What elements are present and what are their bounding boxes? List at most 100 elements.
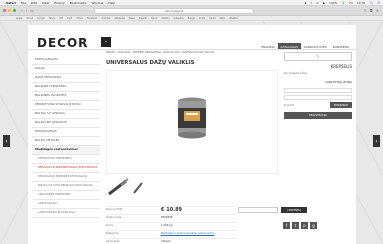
info-value: 8766258 (161, 216, 173, 220)
minimize-window-button[interactable] (8, 9, 11, 12)
bookmark-item[interactable]: Decor (151, 17, 157, 20)
sidebar-category-item[interactable]: DEKORAVIMAS (32, 128, 100, 137)
remember-me-checkbox[interactable]: Prisiminti (284, 104, 294, 107)
clock-time[interactable]: 10:01 (357, 1, 366, 5)
menu-item-file[interactable]: File (21, 1, 26, 5)
bookmark-item[interactable]: Apple (16, 17, 22, 20)
sidebar-category-item[interactable]: LANKSTINUKAI (32, 200, 100, 209)
register-button[interactable]: REGISTRACIJA (284, 112, 352, 119)
sidebar-category-item[interactable]: BALDINĖS PLOKŠTĖS (32, 92, 100, 101)
info-label: Kategorija (106, 232, 119, 236)
product-thumbnail[interactable] (132, 177, 144, 197)
quantity-input[interactable] (238, 207, 278, 213)
bookmark-item[interactable]: Yahoo (49, 17, 55, 20)
sidebar-category-item[interactable]: BALDŲ DETALĖS (32, 137, 100, 146)
login-row: Prisiminti PRISIJUNGTI (284, 102, 352, 108)
tabs-icon[interactable]: ⧉ (370, 8, 373, 13)
sidebar-category-item[interactable]: BALDINĖ FURNITŪRA (32, 83, 100, 92)
menu-item-window[interactable]: Window (91, 1, 103, 5)
twitter-icon[interactable]: t (292, 222, 299, 229)
wifi-icon[interactable]: ◆ (323, 1, 325, 5)
sidebar-category-item[interactable]: BALDAI SU APDAILA (32, 110, 100, 119)
info-row: Gamintojas Vidaron (106, 238, 236, 244)
bookmark-item[interactable]: Wikipedia (114, 17, 125, 20)
add-to-cart-button[interactable]: Į KREPŠELĮ (281, 207, 307, 213)
google-plus-icon[interactable]: g (310, 222, 317, 229)
notification-center-icon[interactable]: ☰ (377, 1, 380, 5)
product-image[interactable] (106, 70, 278, 174)
info-label: Prekės kodas (106, 216, 122, 220)
bookmark-item[interactable]: LRT (59, 17, 63, 20)
sidebar-category-item[interactable]: NAUJI PRODUKTAI (32, 74, 100, 83)
password-field[interactable] (284, 95, 352, 100)
close-window-button[interactable] (3, 9, 6, 12)
brush-thumbnail-image (133, 182, 143, 194)
info-row: Kategorija Medžiagos ir priemonės baldų r… (106, 230, 236, 238)
menu-item-bookmarks[interactable]: Bookmarks (70, 1, 87, 5)
sidebar-category-item[interactable]: BALDAI BE APDAILOS (32, 119, 100, 128)
bookmark-item[interactable]: Autoplius (174, 17, 184, 20)
product-thumbnail[interactable] (106, 177, 130, 197)
site-logo[interactable]: DECOR (37, 36, 88, 50)
bluetooth-icon[interactable]: ᛒ (310, 1, 312, 5)
info-value: 1.000 kg (161, 224, 173, 228)
spotlight-icon[interactable]: 🔍 (370, 1, 374, 5)
record-icon[interactable]: ⏺ (305, 1, 307, 5)
info-row: Prekės kodas 8766258 (106, 214, 236, 222)
bookmark-item[interactable]: 15min (76, 17, 83, 20)
bookmark-item[interactable]: Sodra (199, 17, 205, 20)
sidebar-category-item[interactable]: LANKSTINUKAI IR KATALOGAI (32, 209, 100, 218)
next-slide-arrow[interactable]: › (373, 135, 380, 147)
sidebar-icon[interactable]: ▭ (30, 8, 34, 13)
sidebar-category-item[interactable]: DEKORATYVINIAI STOGELIAI IR SKYDAI (32, 101, 100, 110)
sidebar-category-item[interactable]: POPULIARIAUSI (32, 56, 100, 65)
cart-heading[interactable]: KREPŠELIS (284, 64, 352, 69)
login-button[interactable]: PRISIJUNGTI (329, 102, 352, 108)
bookmark-item[interactable]: Banga (188, 17, 195, 20)
product-info-table: Kaina su PVM € 10.89 Prekės kodas 8766258 Sv… (106, 206, 236, 244)
sidebar-category-item[interactable]: DEKORAVIMO PRIEMONĖS (32, 155, 100, 164)
bookmark-item[interactable]: Maps (219, 17, 225, 20)
brush-thumbnail-image (108, 178, 129, 196)
sidebar-category-item[interactable]: PARAFILAI IR KITOS MEDŽIAGOS RESTAURACIJ… (32, 182, 100, 191)
menu-item-view[interactable]: View (42, 1, 49, 5)
back-arrow-icon[interactable]: ‹ (21, 8, 23, 13)
share-icon[interactable]: ⇪ (363, 8, 366, 13)
previous-slide-arrow[interactable]: ‹ (3, 135, 10, 147)
menubar-status-area: ⏺ ᛒ ⊙ ◆ 100% 🔋 Fri 10:01 🔍 ☰ (301, 1, 383, 5)
sidebar-category-item[interactable]: MEDŽIAGOS IR PRIEMONĖS RESTAURACIJAI (32, 173, 100, 182)
menu-item-edit[interactable]: Edit (31, 1, 37, 5)
breadcrumb[interactable]: PRADŽIA · KATALOGAS · INTERJERO DEKORAVI… (106, 51, 278, 55)
bookmark-item[interactable]: Gmail (209, 17, 215, 20)
bookmark-item[interactable]: iCloud (26, 17, 33, 20)
facebook-icon[interactable]: f (283, 222, 290, 229)
bookmark-item[interactable]: Delfi (67, 17, 72, 20)
zoom-window-button[interactable] (13, 9, 16, 12)
bookmark-item[interactable]: Facebook (87, 17, 97, 20)
header-divider (28, 49, 356, 50)
sidebar-category-item[interactable]: APSAUGINĖS PRIEMONĖS (32, 191, 100, 200)
forward-arrow-icon[interactable]: › (26, 8, 28, 13)
username-field[interactable] (284, 88, 352, 93)
bookmark-item[interactable]: Popular (139, 17, 147, 20)
info-value[interactable]: Medžiagos ir priemonės baldų restauravim… (161, 233, 214, 236)
menu-item-help[interactable]: Help (108, 1, 115, 5)
menu-item-history[interactable]: History (54, 1, 65, 5)
bookmark-item[interactable]: Weather (229, 17, 238, 20)
new-tab-icon[interactable]: + (376, 8, 379, 13)
logo-badge[interactable]: ▪ (101, 37, 111, 47)
bookmark-item[interactable]: Skelbiu (162, 17, 170, 20)
battery-icon[interactable]: 🔋 (342, 1, 346, 5)
time-machine-icon[interactable]: ⊙ (316, 1, 319, 5)
menu-item-safari[interactable]: Safari (6, 1, 16, 5)
search-box[interactable]: 🔍 (284, 52, 352, 61)
pinterest-icon[interactable]: p (301, 222, 308, 229)
bookmark-item[interactable]: News (129, 17, 135, 20)
sidebar-category-item[interactable]: Medžiagos restauravimui (32, 146, 100, 155)
sidebar-category-item[interactable]: AKCIJA (32, 65, 100, 74)
info-label: Kaina su PVM (106, 208, 123, 212)
address-bar[interactable]: decorshop.lt (94, 7, 254, 14)
bookmark-item[interactable]: Google (37, 17, 45, 20)
sidebar-category-item[interactable]: MEDŽIAGOS IR PRIEMONĖS BALDŲ RESTAURAVIM… (32, 164, 100, 173)
bookmark-item[interactable]: YouTube (101, 17, 110, 20)
